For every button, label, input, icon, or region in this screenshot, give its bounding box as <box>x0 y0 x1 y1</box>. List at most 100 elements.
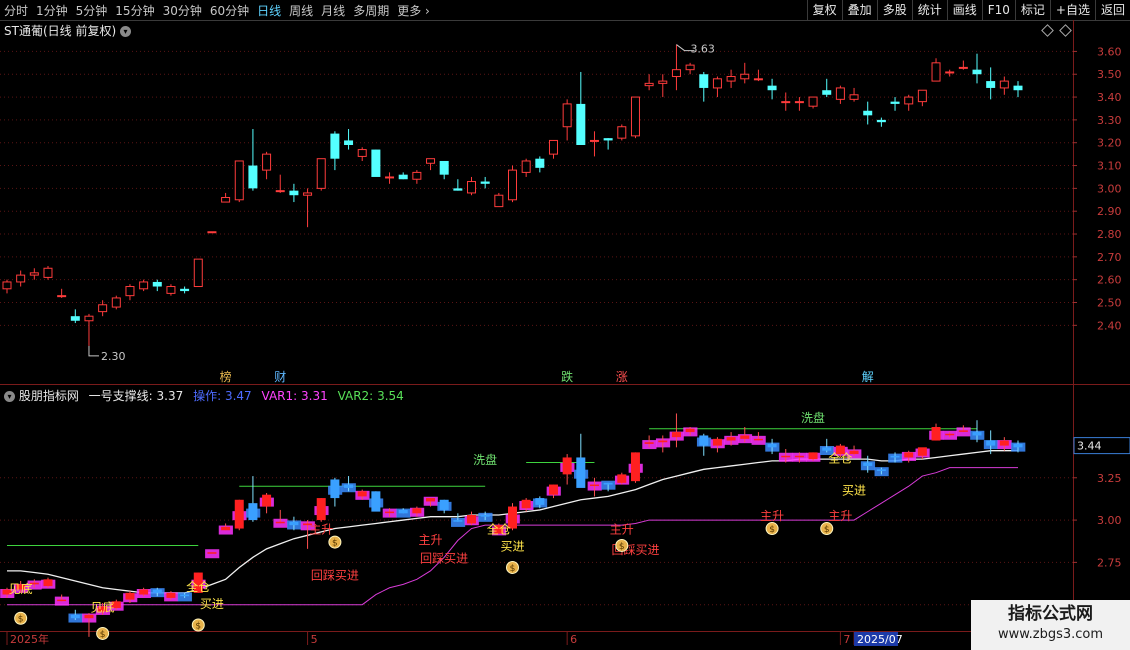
chevron-down-icon[interactable]: ▾ <box>119 26 131 37</box>
y-tick-label: 3.30 <box>1097 114 1122 127</box>
ind-candle-body <box>152 589 162 593</box>
trend-ribbon <box>573 469 589 479</box>
ind-candle-body <box>330 479 340 499</box>
trend-ribbon <box>546 486 561 496</box>
candle-body <box>248 165 258 189</box>
y-tick-label: 3.10 <box>1097 160 1122 173</box>
candle-body <box>521 160 531 173</box>
period-tab-4[interactable]: 30分钟 <box>159 2 206 19</box>
candle-body <box>958 66 968 69</box>
trend-ribbon <box>614 475 630 485</box>
ind-candle-body <box>316 498 326 521</box>
diamond-icon[interactable] <box>1059 24 1072 37</box>
period-tab-10[interactable]: 更多 › <box>393 2 434 19</box>
candle-body <box>426 158 436 164</box>
trend-ribbon <box>710 439 725 449</box>
candle-body <box>357 149 367 157</box>
low-label: 2.30 <box>101 350 126 363</box>
candle-body <box>125 286 135 297</box>
ind-candle-body <box>480 515 490 517</box>
candle-body <box>344 140 354 145</box>
period-tab-7[interactable]: 周线 <box>285 2 317 19</box>
trend-ribbon <box>669 431 684 441</box>
y-tick-label: 3.00 <box>1097 514 1122 527</box>
money-bag-glyph: $ <box>195 622 201 632</box>
var1-label: VAR1: <box>261 389 298 403</box>
candle-body <box>699 74 709 88</box>
trend-ribbon <box>232 511 247 521</box>
signal-label: 主升 <box>610 523 634 537</box>
y-tick-label: 2.40 <box>1097 319 1122 332</box>
event-marker: 跌 <box>561 369 573 384</box>
trend-ribbon <box>191 579 206 589</box>
period-tab-2[interactable]: 5分钟 <box>72 2 112 19</box>
tool-button-7[interactable]: +自选 <box>1049 0 1095 20</box>
candle-body <box>808 96 818 107</box>
trend-ribbon <box>915 448 930 458</box>
trend-ribbon <box>328 485 343 495</box>
tool-button-4[interactable]: 画线 <box>946 0 982 20</box>
tool-button-0[interactable]: 复权 <box>806 0 842 20</box>
candle-body <box>767 85 777 91</box>
main-title-text: ST通葡(日线 前复权) <box>4 24 117 38</box>
trend-ribbon <box>642 440 657 450</box>
ind-candle-body <box>412 508 422 514</box>
y-tick-label: 2.90 <box>1097 205 1122 218</box>
trend-ribbon <box>423 496 438 506</box>
trend-ribbon <box>751 435 766 445</box>
trend-ribbon <box>41 579 56 589</box>
ind-candle-body <box>262 494 272 507</box>
candle-body <box>439 160 449 175</box>
chevron-down-icon[interactable]: ▾ <box>4 391 15 402</box>
trend-ribbon <box>410 507 425 517</box>
period-tab-6[interactable]: 日线 <box>253 2 285 19</box>
trend-ribbon <box>218 525 233 535</box>
trend-ribbon <box>601 480 616 490</box>
tool-button-5[interactable]: F10 <box>981 0 1015 20</box>
ind-candle-body <box>671 432 681 438</box>
trend-ribbon <box>519 501 534 510</box>
trend-ribbon <box>492 526 507 536</box>
tool-button-3[interactable]: 统计 <box>911 0 947 20</box>
candle-body <box>617 126 627 139</box>
trend-ribbon <box>0 589 15 598</box>
var2-label: VAR2: <box>337 389 374 403</box>
period-tab-9[interactable]: 多周期 <box>349 2 393 19</box>
trend-ribbon <box>655 438 671 448</box>
trend-ribbon <box>956 427 971 437</box>
tool-button-6[interactable]: 标记 <box>1014 0 1050 20</box>
tool-button-1[interactable]: 叠加 <box>841 0 877 20</box>
trend-ribbon <box>983 440 999 450</box>
y-tick-label: 3.25 <box>1097 472 1122 485</box>
period-tab-0[interactable]: 分时 <box>0 2 32 19</box>
tool-button-8[interactable]: 返回 <box>1094 0 1130 20</box>
signal-label: 主升 <box>309 523 333 537</box>
diamond-icon[interactable] <box>1041 24 1054 37</box>
right-tools: 复权 叠加 多股 统计 画线 F10 标记 +自选 返回 <box>806 0 1130 20</box>
period-tab-3[interactable]: 15分钟 <box>111 2 158 19</box>
support-value: 3.37 <box>156 389 184 403</box>
y-tick-label: 2.60 <box>1097 274 1122 287</box>
trend-ribbon <box>901 451 917 461</box>
ind-candle-body <box>904 452 914 458</box>
ind-candle-body <box>508 506 517 529</box>
period-tab-5[interactable]: 60分钟 <box>206 2 253 19</box>
candle-body <box>576 103 586 145</box>
candle-body <box>207 231 217 234</box>
period-tab-1[interactable]: 1分钟 <box>32 2 72 19</box>
money-bag-glyph: $ <box>619 542 625 552</box>
y-tick-label: 2.75 <box>1097 556 1122 569</box>
ind-candle-body <box>958 430 968 432</box>
var2-value: 3.54 <box>377 389 404 403</box>
candle-body <box>43 267 53 278</box>
y-tick-label: 2.70 <box>1097 251 1122 264</box>
trend-ribbon <box>150 588 165 598</box>
trend-ribbon <box>136 589 151 598</box>
candle-body <box>2 281 12 290</box>
tool-button-2[interactable]: 多股 <box>876 0 912 20</box>
ind-candle-body <box>794 455 804 458</box>
ind-candle-body <box>16 584 26 590</box>
ind-candle-body <box>781 455 791 458</box>
period-tab-8[interactable]: 月线 <box>317 2 349 19</box>
trend-ribbon <box>888 453 903 463</box>
